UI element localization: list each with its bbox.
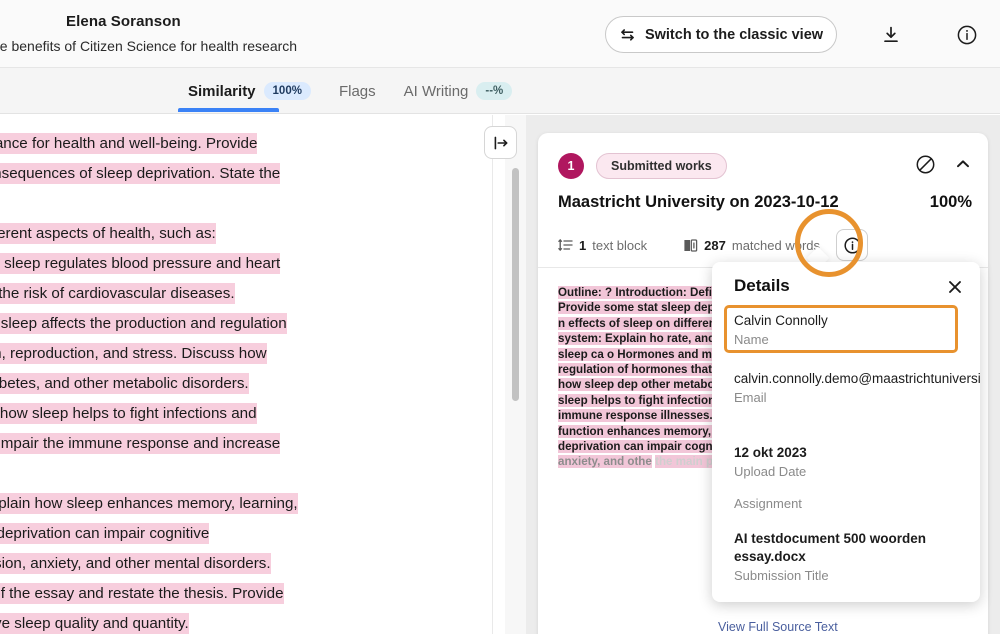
highlighted-text: h how sleep affects the production and r… bbox=[0, 313, 287, 334]
doc-line: oints of the essay and restate the thesi… bbox=[0, 579, 492, 609]
view-full-source-text-link[interactable]: View Full Source Text bbox=[718, 620, 838, 634]
details-field-name: Calvin Connolly Name bbox=[734, 312, 960, 349]
doc-line: lth: Explain how sleep enhances memory, … bbox=[0, 489, 492, 519]
document-text: mportance for health and well-being. Pro… bbox=[0, 129, 492, 634]
matched-words-icon bbox=[683, 238, 698, 253]
swap-arrows-icon bbox=[619, 28, 636, 42]
highlighted-text: improve sleep quality and quantity. bbox=[0, 613, 189, 634]
details-field-assignment-label: Assignment bbox=[734, 496, 802, 511]
doc-line: mportance for health and well-being. Pro… bbox=[0, 129, 492, 159]
doc-line: h how sleep affects the production and r… bbox=[0, 309, 492, 339]
collapse-panel-right-icon[interactable] bbox=[484, 126, 517, 159]
doc-line: rease the risk of cardiovascular disease… bbox=[0, 279, 492, 309]
highlighted-text: in how sleep regulates blood pressure an… bbox=[0, 253, 281, 274]
tab-ai-writing-label: AI Writing bbox=[403, 82, 469, 100]
details-popover-title: Details bbox=[734, 276, 790, 295]
doc-line: p can impair the immune response and inc… bbox=[0, 429, 492, 459]
doc-line: improve sleep quality and quantity. bbox=[0, 609, 492, 634]
tab-similarity-badge: 100% bbox=[263, 82, 311, 100]
tab-flags-label: Flags bbox=[338, 82, 376, 100]
matched-words-stat: 287 matched words bbox=[683, 238, 820, 253]
download-icon[interactable] bbox=[876, 20, 906, 50]
doc-line: ity, diabetes, and other metabolic disor… bbox=[0, 369, 492, 399]
active-tab-indicator bbox=[178, 108, 279, 112]
details-field-upload-date: 12 okt 2023 Upload Date bbox=[734, 444, 960, 481]
highlighted-text: nd consequences of sleep deprivation. St… bbox=[0, 163, 281, 184]
highlighted-text: growth, reproduction, and stress. Discus… bbox=[0, 343, 267, 364]
text-blocks-label: text block bbox=[592, 237, 648, 253]
top-header: Elena Soranson he benefits of Citizen Sc… bbox=[0, 0, 1000, 68]
highlighted-text: ity, diabetes, and other metabolic disor… bbox=[0, 373, 249, 394]
chevron-up-icon[interactable] bbox=[952, 153, 974, 175]
details-field-submission-title: AI testdocument 500 woorden essay.docx S… bbox=[734, 530, 960, 585]
tab-ai-writing[interactable]: AI Writing --% bbox=[390, 68, 527, 114]
tab-bar: Similarity 100% Flags AI Writing --% bbox=[0, 68, 1000, 114]
highlighted-text: oints of the essay and restate the thesi… bbox=[0, 583, 284, 604]
highlighted-text: lth: Explain how sleep enhances memory, … bbox=[0, 493, 298, 514]
header-titles: Elena Soranson he benefits of Citizen Sc… bbox=[0, 12, 560, 56]
doc-line: in how sleep regulates blood pressure an… bbox=[0, 249, 492, 279]
details-field-submission-title-label: Submission Title bbox=[734, 568, 829, 583]
document-scrollbar-thumb[interactable] bbox=[512, 168, 519, 401]
match-card-header-row: 1 Submitted works bbox=[558, 153, 727, 179]
doc-line: epression, anxiety, and other mental dis… bbox=[0, 549, 492, 579]
details-field-upload-date-label: Upload Date bbox=[734, 464, 807, 479]
info-circle-icon[interactable] bbox=[952, 20, 982, 50]
doc-line: nd consequences of sleep deprivation. St… bbox=[0, 159, 492, 189]
highlighted-text: p can impair the immune response and inc… bbox=[0, 433, 281, 454]
details-field-upload-date-value: 12 okt 2023 bbox=[734, 445, 807, 460]
tab-ai-writing-badge: --% bbox=[476, 82, 513, 100]
switch-to-classic-view-button[interactable]: Switch to the classic view bbox=[605, 16, 837, 53]
doc-line: esses. bbox=[0, 459, 492, 489]
document-viewer-pane[interactable]: mportance for health and well-being. Pro… bbox=[0, 115, 492, 634]
student-name: Elena Soranson bbox=[66, 13, 181, 30]
match-source-title: Maastricht University on 2023-10-12 bbox=[558, 193, 839, 211]
highlighted-text: sleep deprivation can impair cognitive bbox=[0, 523, 210, 544]
match-card-actions bbox=[914, 153, 974, 175]
document-title: he benefits of Citizen Science for healt… bbox=[0, 38, 298, 54]
switch-to-classic-view-label: Switch to the classic view bbox=[644, 26, 824, 43]
source-type-chip: Submitted works bbox=[596, 153, 727, 179]
text-blocks-stat: 1 text block bbox=[558, 238, 647, 253]
details-field-email-label: Email bbox=[734, 390, 767, 405]
doc-line: growth, reproduction, and stress. Discus… bbox=[0, 339, 492, 369]
details-popover[interactable]: Details Calvin Connolly Name calvin.conn… bbox=[712, 262, 980, 602]
match-index-badge: 1 bbox=[558, 153, 584, 179]
close-icon[interactable] bbox=[944, 276, 966, 298]
match-percent: 100% bbox=[929, 193, 972, 211]
tab-similarity-label: Similarity bbox=[188, 82, 256, 100]
details-field-name-label: Name bbox=[734, 332, 769, 347]
details-field-name-value: Calvin Connolly bbox=[734, 313, 828, 328]
doc-line: sleep deprivation can impair cognitive bbox=[0, 519, 492, 549]
text-block-icon bbox=[558, 238, 573, 252]
details-field-email-value: calvin.connolly.demo@maastrichtuniversit… bbox=[734, 371, 980, 386]
highlighted-text: mportance for health and well-being. Pro… bbox=[0, 133, 258, 154]
exclude-source-icon[interactable] bbox=[914, 153, 936, 175]
tab-flags[interactable]: Flags bbox=[325, 68, 390, 114]
details-field-email: calvin.connolly.demo@maastrichtuniversit… bbox=[734, 370, 980, 407]
doc-line: on different aspects of health, such as: bbox=[0, 219, 492, 249]
highlighted-text: on different aspects of health, such as: bbox=[0, 223, 216, 244]
pane-divider bbox=[492, 115, 493, 634]
doc-line: xplain how sleep helps to fight infectio… bbox=[0, 399, 492, 429]
text-blocks-count: 1 bbox=[579, 237, 587, 253]
highlighted-text: epression, anxiety, and other mental dis… bbox=[0, 553, 271, 574]
matched-words-label: matched words bbox=[731, 237, 821, 253]
details-field-submission-title-value: AI testdocument 500 woorden essay.docx bbox=[734, 531, 927, 564]
turnitin-similarity-viewer: Elena Soranson he benefits of Citizen Sc… bbox=[0, 0, 1000, 634]
matched-words-count: 287 bbox=[704, 237, 726, 253]
details-field-assignment: Assignment bbox=[734, 494, 960, 513]
source-details-info-icon[interactable] bbox=[836, 229, 869, 261]
highlighted-text: rease the risk of cardiovascular disease… bbox=[0, 283, 235, 304]
highlighted-text: xplain how sleep helps to fight infectio… bbox=[0, 403, 257, 424]
